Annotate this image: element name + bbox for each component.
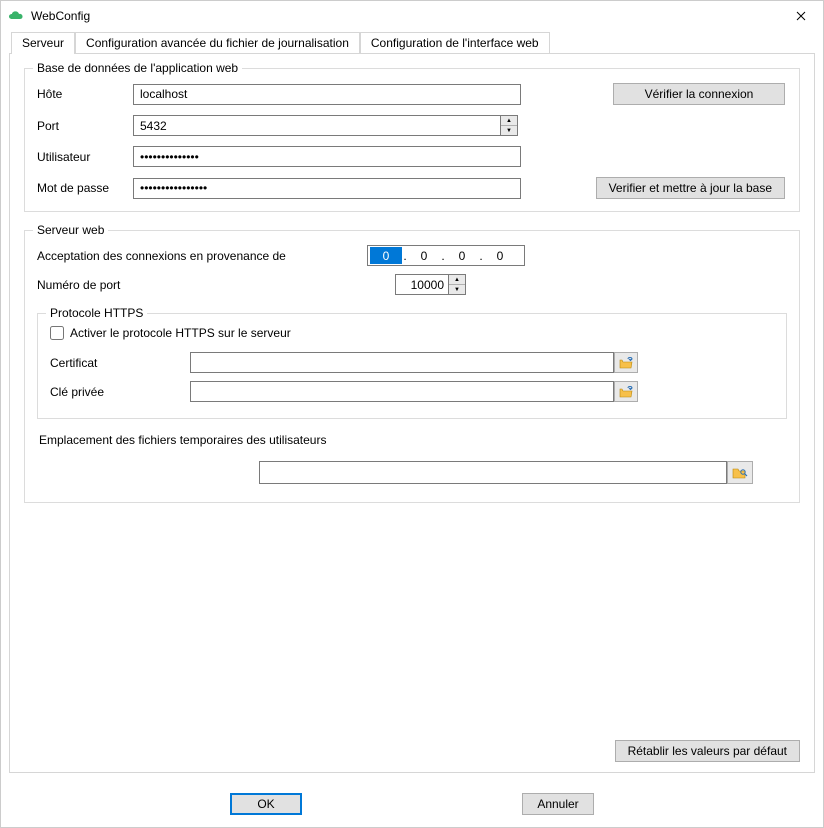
enable-https-label: Activer le protocole HTTPS sur le serveu… [70,326,291,340]
tabstrip: Serveur Configuration avancée du fichier… [9,31,815,53]
tab-label: Configuration de l'interface web [371,36,539,50]
enable-https-checkbox[interactable] [50,326,64,340]
folder-search-icon [732,466,748,480]
temp-files-input[interactable] [259,461,727,484]
tab-label: Configuration avancée du fichier de jour… [86,36,349,50]
verify-update-db-button[interactable]: Verifier et mettre à jour la base [596,177,785,199]
ip-octet-4[interactable] [484,247,516,264]
titlebar: WebConfig [1,1,823,31]
ip-octet-1[interactable] [370,247,402,264]
tab-label: Serveur [22,36,64,50]
window-title: WebConfig [31,9,90,23]
temp-files-browse-button[interactable] [727,461,753,484]
folder-open-icon [619,357,633,369]
tab-server[interactable]: Serveur [11,32,75,54]
ws-port-label: Numéro de port [37,278,367,292]
db-port-spinner[interactable]: ▲ ▼ [501,115,518,136]
host-input[interactable] [133,84,521,105]
spinner-up-icon[interactable]: ▲ [501,116,517,125]
group-database-legend: Base de données de l'application web [33,61,242,75]
webconfig-window: WebConfig Serveur Configuration avancée … [0,0,824,828]
ip-address-input[interactable]: . . . [367,245,525,266]
user-input[interactable] [133,146,521,167]
tab-webui[interactable]: Configuration de l'interface web [360,32,550,54]
tabs: Serveur Configuration avancée du fichier… [9,31,815,773]
group-https: Protocole HTTPS Activer le protocole HTT… [37,313,787,419]
certificate-browse-button[interactable] [614,352,638,373]
temp-files-label: Emplacement des fichiers temporaires des… [39,433,785,447]
group-https-legend: Protocole HTTPS [46,306,147,320]
group-webserver-legend: Serveur web [33,223,108,237]
folder-open-icon [619,386,633,398]
ok-button[interactable]: OK [230,793,302,815]
user-label: Utilisateur [37,150,133,164]
dialog-footer: OK Annuler [1,793,823,815]
private-key-input[interactable] [190,381,614,402]
verify-connection-button[interactable]: Vérifier la connexion [613,83,785,105]
close-button[interactable] [787,6,815,26]
cancel-button[interactable]: Annuler [522,793,594,815]
ip-octet-3[interactable] [446,247,478,264]
temp-files-section: Emplacement des fichiers temporaires des… [37,433,787,484]
ws-port-input[interactable] [395,274,449,295]
group-database: Base de données de l'application web Hôt… [24,68,800,212]
port-label: Port [37,119,133,133]
app-icon [7,9,25,23]
certificate-input[interactable] [190,352,614,373]
spinner-down-icon[interactable]: ▼ [449,284,465,294]
password-label: Mot de passe [37,181,133,195]
ws-port-spinner[interactable]: ▲ ▼ [449,274,466,295]
ip-octet-2[interactable] [408,247,440,264]
private-key-label: Clé privée [50,385,190,399]
accept-connections-label: Acceptation des connexions en provenance… [37,249,367,263]
spinner-down-icon[interactable]: ▼ [501,125,517,135]
db-port-input[interactable] [133,115,501,136]
tab-logging[interactable]: Configuration avancée du fichier de jour… [75,32,360,54]
spinner-up-icon[interactable]: ▲ [449,275,465,284]
tab-panel-server: Base de données de l'application web Hôt… [9,53,815,773]
restore-defaults-button[interactable]: Rétablir les valeurs par défaut [615,740,800,762]
group-webserver: Serveur web Acceptation des connexions e… [24,230,800,503]
certificate-label: Certificat [50,356,190,370]
password-input[interactable] [133,178,521,199]
private-key-browse-button[interactable] [614,381,638,402]
host-label: Hôte [37,87,133,101]
